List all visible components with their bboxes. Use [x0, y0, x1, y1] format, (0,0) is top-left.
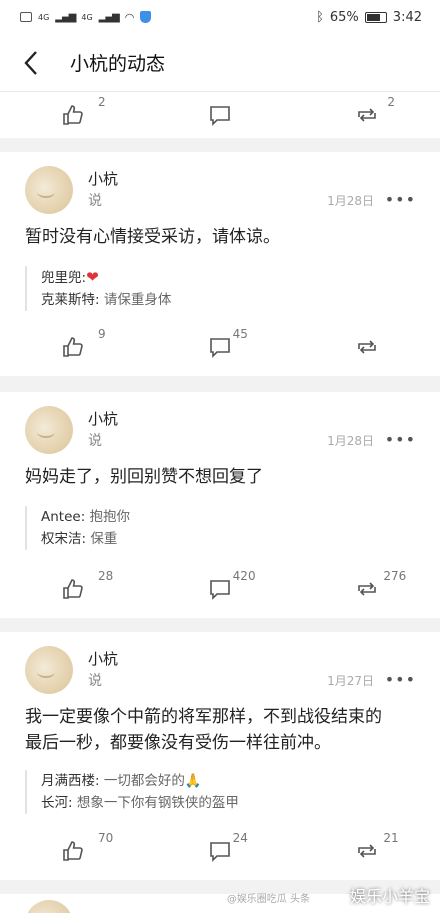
comment-button[interactable]: 420 — [147, 566, 294, 612]
repost-button[interactable]: 21 — [293, 828, 440, 874]
comment-preview[interactable]: 月满西楼: 一切都会好的🙏 长河: 想象一下你有钢铁侠的盔甲 — [25, 770, 415, 814]
avatar[interactable] — [25, 406, 73, 454]
more-options-icon[interactable]: ••• — [385, 430, 416, 449]
action-bar: 2 2 — [0, 92, 440, 138]
comment-icon — [210, 106, 230, 126]
network-type-1: 4G — [38, 12, 50, 22]
like-button[interactable]: 28 — [0, 566, 147, 612]
repost-button[interactable]: 276 — [293, 566, 440, 612]
like-button[interactable]: 9 — [0, 324, 147, 370]
comment-item: 克莱斯特: 请保重身体 — [41, 292, 172, 308]
page-title: 小杭的动态 — [70, 53, 166, 75]
heart-icon: ❤ — [86, 268, 99, 286]
author-name[interactable]: 小杭 — [88, 648, 118, 669]
repost-icon — [357, 582, 376, 596]
repost-icon — [357, 108, 376, 122]
post-date: 1月28日 — [327, 434, 374, 448]
post-verb: 说 — [88, 433, 102, 449]
avatar[interactable] — [25, 900, 73, 913]
thumbs-up-icon — [63, 579, 84, 599]
post-card-partial: 2 2 — [0, 92, 440, 138]
comment-preview[interactable]: Antee: 抱抱你 权宋洁: 保重 — [25, 506, 415, 550]
bluetooth-icon: ᛒ — [316, 9, 324, 25]
post-content[interactable]: 妈妈走了，别回别赞不想回复了 — [0, 464, 440, 490]
signal-icon: ▂▄▆ — [55, 11, 76, 23]
repost-icon — [357, 844, 376, 858]
watermark: @娱乐圈吃瓜 头条 娱乐小羊宝 — [226, 887, 430, 906]
author-name[interactable]: 小杭 — [88, 408, 118, 429]
action-bar: 28 420 276 — [0, 566, 440, 612]
comment-button[interactable]: 24 — [147, 828, 294, 874]
comment-icon — [210, 338, 230, 358]
status-bar: 4G ▂▄▆ 4G ▂▄▆ ◠ ᛒ 65% 3:42 — [0, 0, 440, 34]
repost-button[interactable]: 2 — [293, 92, 440, 138]
comment-button[interactable] — [147, 92, 294, 138]
comment-icon — [210, 580, 230, 600]
network-type-2: 4G — [81, 12, 93, 22]
back-arrow-icon — [24, 50, 37, 75]
comment-item: Antee: 抱抱你 — [41, 509, 131, 525]
hd-icon — [20, 12, 32, 22]
clock: 3:42 — [392, 9, 422, 25]
thumbs-up-icon — [63, 337, 84, 357]
post-content[interactable]: 暂时没有心情接受采访，请体谅。 — [0, 224, 440, 250]
post-date: 1月27日 — [327, 674, 374, 688]
post-verb: 说 — [88, 673, 102, 689]
nav-bar: 小杭的动态 — [0, 34, 440, 92]
repost-icon — [357, 340, 376, 354]
post-card: 小杭 说 1月28日 ••• 妈妈走了，别回别赞不想回复了 Antee: 抱抱你… — [0, 392, 440, 618]
post-card: 小杭 说 1月28日 ••• 暂时没有心情接受采访，请体谅。 兜里兜:❤ 克莱斯… — [0, 152, 440, 376]
avatar[interactable] — [25, 166, 73, 214]
comment-icon — [210, 842, 230, 862]
comment-item: 月满西楼: 一切都会好的🙏 — [41, 773, 202, 789]
comment-item: 兜里兜:❤ — [41, 268, 99, 286]
avatar[interactable] — [25, 646, 73, 694]
action-bar: 70 24 21 — [0, 828, 440, 874]
post-verb: 说 — [88, 193, 102, 209]
comment-button[interactable]: 45 — [147, 324, 294, 370]
thumbs-up-icon — [63, 841, 84, 861]
repost-button[interactable] — [293, 324, 440, 370]
back-button[interactable] — [0, 34, 62, 92]
post-content[interactable]: 我一定要像个中箭的将军那样，不到战役结束的 最后一秒，都要像没有受伤一样往前冲。 — [0, 704, 440, 756]
action-bar: 9 45 — [0, 324, 440, 370]
thumbs-up-icon — [63, 105, 84, 125]
comment-item: 权宋洁: 保重 — [41, 531, 118, 547]
battery-percent: 65% — [329, 9, 359, 25]
like-button[interactable]: 2 — [0, 92, 147, 138]
like-button[interactable]: 70 — [0, 828, 147, 874]
more-options-icon[interactable]: ••• — [385, 670, 416, 689]
signal-icon-2: ▂▄▆ — [98, 11, 120, 23]
post-date: 1月28日 — [327, 194, 374, 208]
battery-icon — [364, 11, 387, 23]
wifi-icon: ◠ — [124, 10, 135, 24]
shield-icon — [140, 11, 152, 23]
comment-preview[interactable]: 兜里兜:❤ 克莱斯特: 请保重身体 — [25, 266, 415, 311]
more-options-icon[interactable]: ••• — [385, 190, 416, 209]
comment-item: 长河: 想象一下你有钢铁侠的盔甲 — [41, 795, 239, 811]
post-card: 小杭 说 1月27日 ••• 我一定要像个中箭的将军那样，不到战役结束的 最后一… — [0, 632, 440, 880]
author-name[interactable]: 小杭 — [88, 168, 118, 189]
